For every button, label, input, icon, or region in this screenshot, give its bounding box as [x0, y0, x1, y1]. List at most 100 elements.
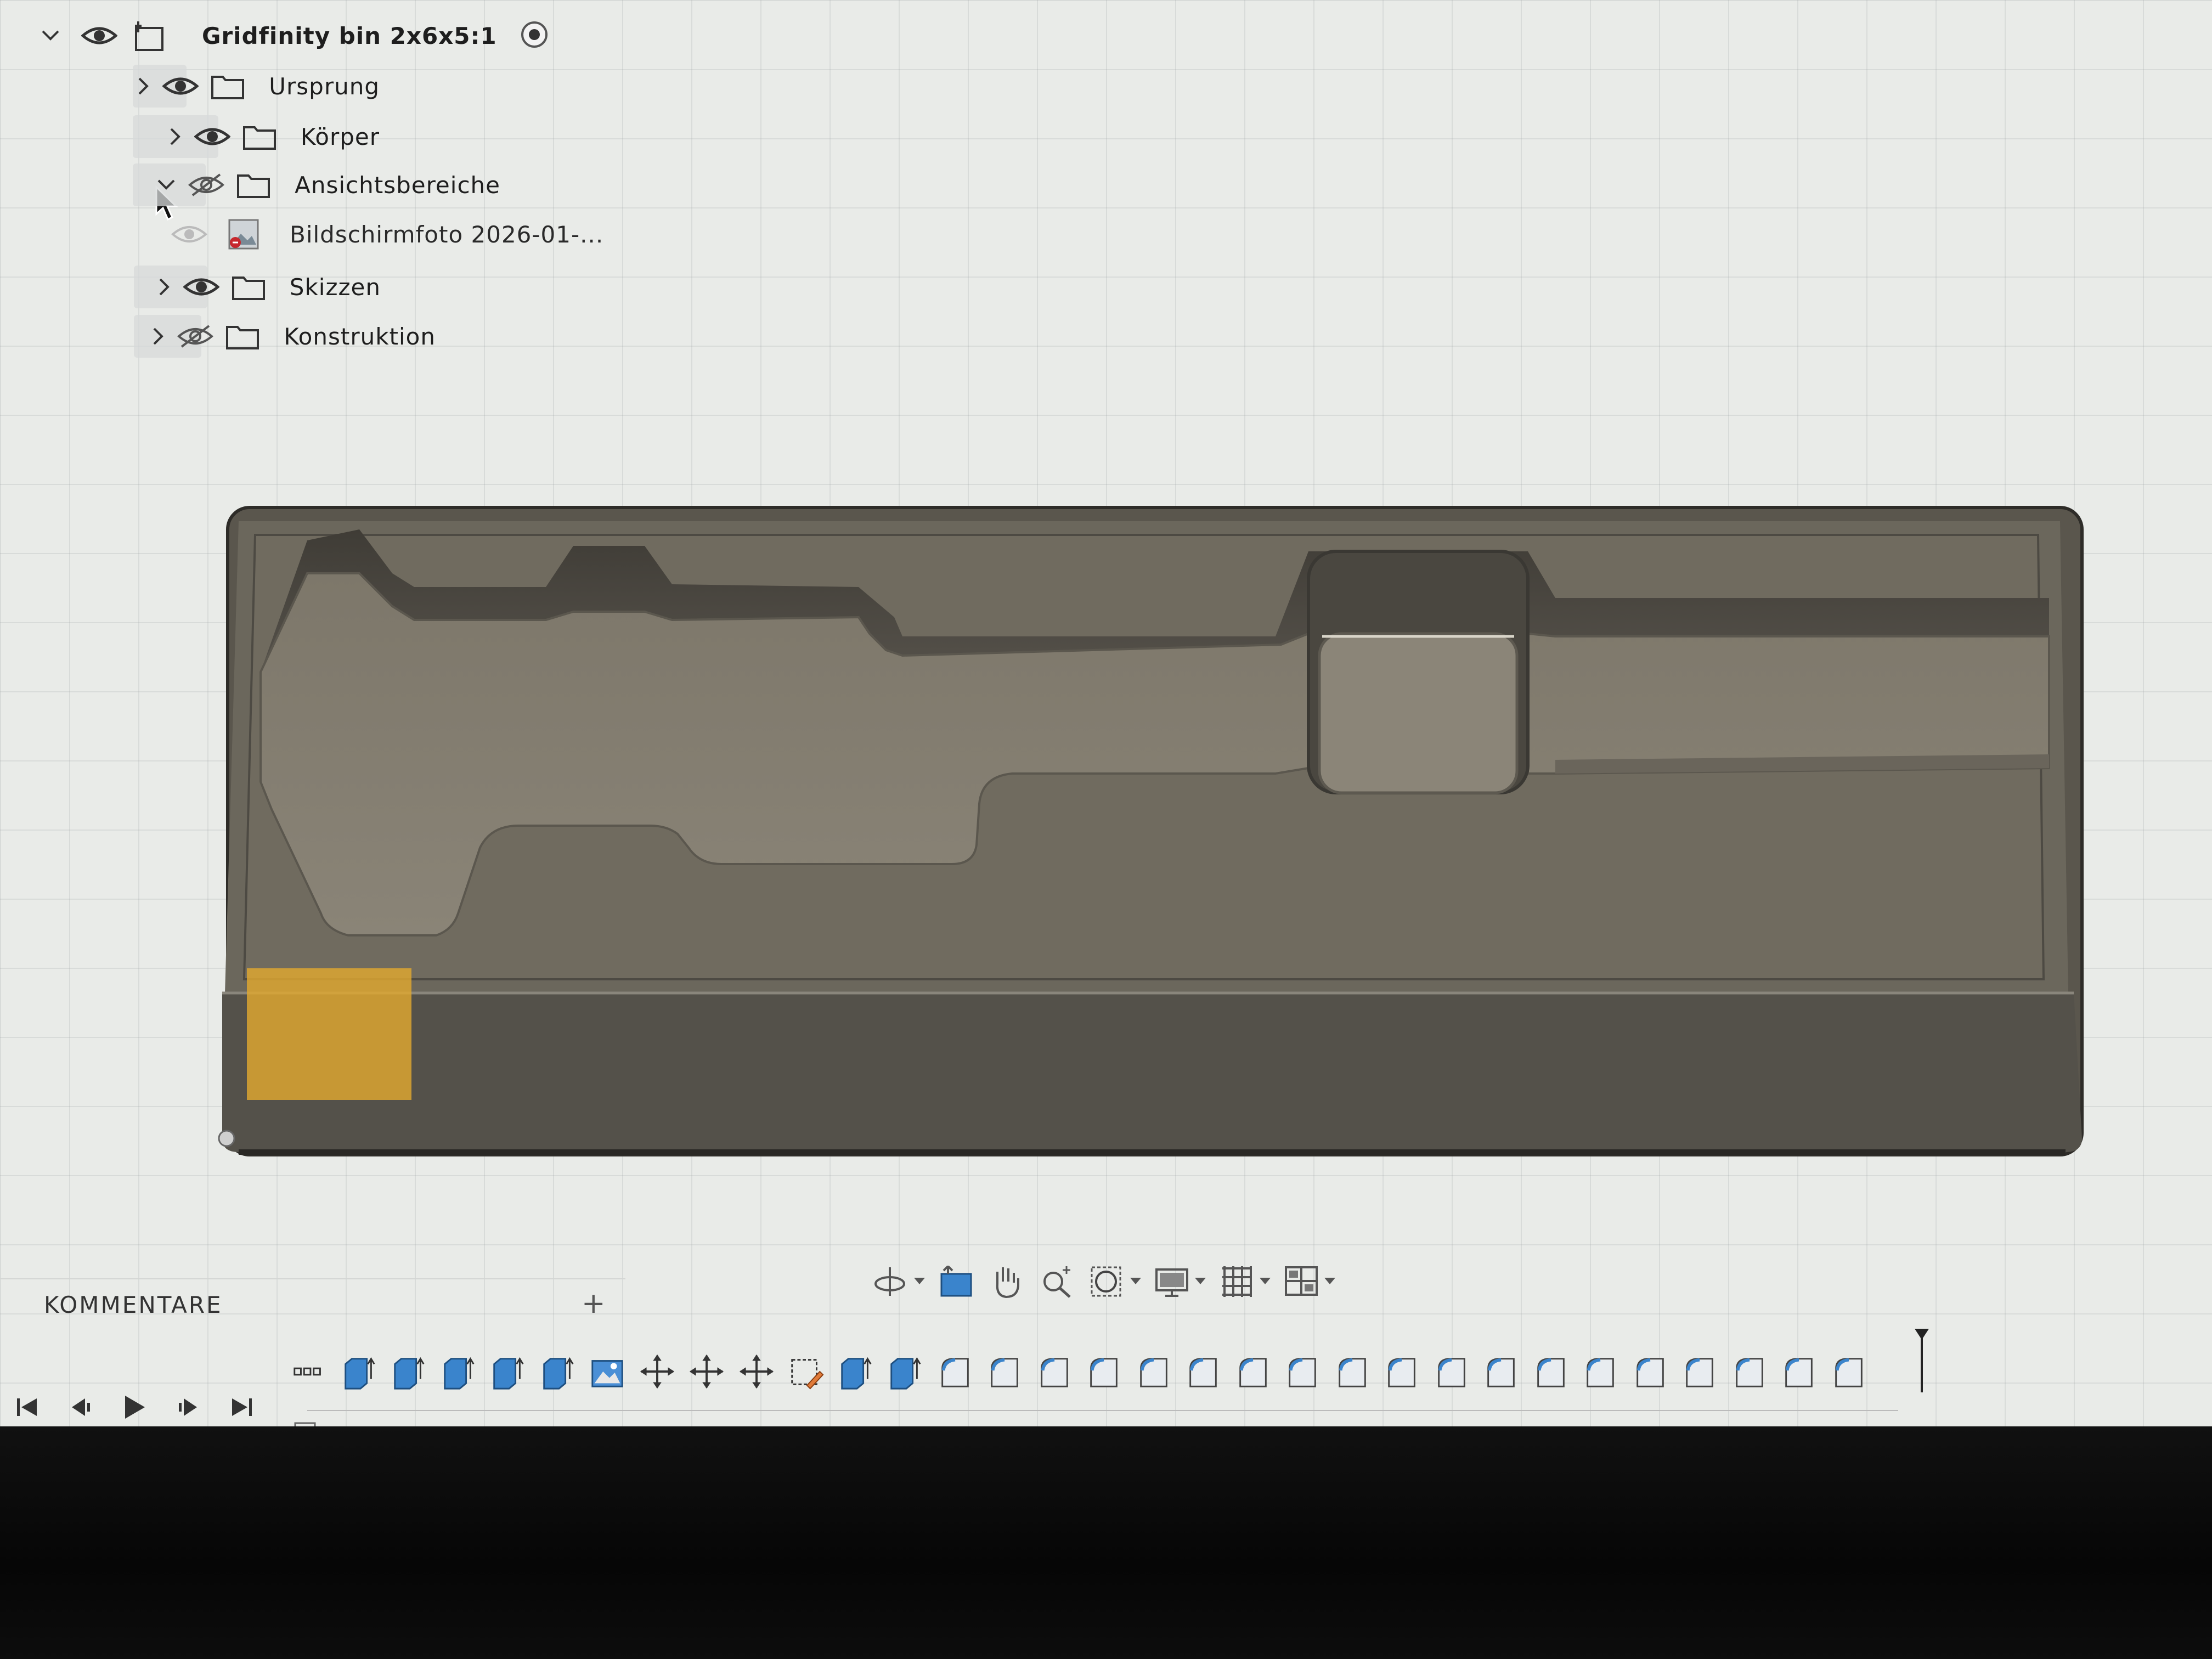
eye-faded-icon[interactable]	[170, 220, 208, 249]
timeline-step-fillet[interactable]	[1432, 1350, 1471, 1393]
eye-hidden-icon[interactable]	[188, 171, 225, 199]
component-icon	[133, 21, 167, 51]
timeline-step-fillet[interactable]	[1233, 1350, 1273, 1393]
chevron-right-icon[interactable]	[169, 122, 182, 151]
timeline-step-fillet[interactable]	[1630, 1350, 1670, 1393]
timeline-marker-icon[interactable]	[1914, 1328, 1930, 1393]
selection-highlight	[247, 968, 411, 1100]
timeline-step-extrude[interactable]	[340, 1350, 379, 1393]
eye-icon[interactable]	[194, 122, 230, 151]
chevron-down-icon[interactable]	[156, 171, 176, 199]
timeline-step-fillet[interactable]	[1581, 1350, 1620, 1393]
orbit-dropdown-icon[interactable]	[914, 1278, 925, 1284]
timeline-step-fillet[interactable]	[1084, 1350, 1124, 1393]
chevron-right-icon[interactable]	[158, 273, 171, 301]
fillet-icon	[1437, 1358, 1465, 1387]
chevron-right-icon[interactable]	[137, 72, 150, 100]
timeline-step-canvas[interactable]	[588, 1350, 627, 1393]
timeline-step-move[interactable]	[687, 1350, 726, 1393]
previous-button[interactable]	[54, 1388, 108, 1426]
fillet-icon	[1686, 1358, 1713, 1387]
timeline-step-extrude[interactable]	[538, 1350, 578, 1393]
folder-icon	[242, 122, 276, 151]
timeline-step-fillet[interactable]	[1183, 1350, 1223, 1393]
browser-item-konstruktion[interactable]: Konstruktion	[84, 315, 436, 358]
bin-front-face	[222, 993, 2082, 1152]
timeline-step-extrude[interactable]	[439, 1350, 478, 1393]
move-icon	[689, 1354, 724, 1389]
browser-item-label: Konstruktion	[284, 323, 436, 350]
comments-label: KOMMENTARE	[44, 1291, 223, 1318]
zoom-icon	[1043, 1266, 1071, 1298]
folder-icon	[236, 171, 270, 199]
play-button[interactable]	[108, 1388, 161, 1426]
timeline-step-fillet[interactable]	[1481, 1350, 1521, 1393]
timeline-step-fillet[interactable]	[935, 1350, 975, 1393]
timeline-step-fillet[interactable]	[1779, 1350, 1819, 1393]
next-button[interactable]	[161, 1388, 215, 1426]
grid-dropdown-icon[interactable]	[1260, 1278, 1271, 1284]
extrude-icon	[493, 1357, 524, 1390]
timeline-step-extrude[interactable]	[488, 1350, 528, 1393]
timeline-step-sketch[interactable]	[786, 1350, 826, 1393]
chevron-right-icon[interactable]	[152, 322, 165, 351]
browser-item-label: Skizzen	[289, 273, 381, 301]
pan-button[interactable]	[988, 1262, 1026, 1300]
fillet-icon	[941, 1358, 969, 1387]
timeline-step-fillet[interactable]	[1730, 1350, 1769, 1393]
timeline-step-extrude[interactable]	[389, 1350, 428, 1393]
fillet-icon	[1587, 1358, 1614, 1387]
browser-root-row[interactable]: Gridfinity bin 2x6x5:1	[41, 14, 548, 57]
timeline-step-fillet[interactable]	[1829, 1350, 1869, 1393]
browser-item-koerper[interactable]: Körper	[83, 115, 380, 158]
timeline-step-fillet[interactable]	[1333, 1350, 1372, 1393]
canvas-viewport[interactable]: Gridfinity bin 2x6x5:1 Ursprung Körper A…	[0, 0, 2212, 1437]
timeline-step-fillet[interactable]	[1680, 1350, 1719, 1393]
add-comment-button[interactable]: +	[582, 1287, 606, 1320]
chevron-down-icon[interactable]	[41, 21, 60, 50]
browser-item-skizzen[interactable]: Skizzen	[84, 266, 381, 308]
display-dropdown-icon[interactable]	[1195, 1278, 1206, 1284]
timeline-step-move[interactable]	[637, 1350, 677, 1393]
timeline-step-fillet[interactable]	[1382, 1350, 1421, 1393]
browser-item-ansichtsbereiche[interactable]: Ansichtsbereiche	[83, 163, 500, 206]
zoom-button[interactable]	[1038, 1262, 1076, 1300]
viewports-dropdown-icon[interactable]	[1324, 1278, 1335, 1284]
fillet-icon	[1139, 1358, 1167, 1387]
fillet-icon	[1040, 1358, 1068, 1387]
browser-item-ursprung[interactable]: Ursprung	[83, 65, 380, 108]
viewports-button[interactable]	[1283, 1262, 1335, 1300]
fit-dropdown-icon[interactable]	[1130, 1278, 1141, 1284]
activate-radio-icon[interactable]	[520, 20, 549, 51]
eye-icon[interactable]	[183, 273, 219, 301]
fillet-icon	[991, 1358, 1018, 1387]
eye-hidden-icon[interactable]	[177, 322, 214, 351]
browser-item-canvas[interactable]: Bildschirmfoto 2026-01-...	[170, 213, 620, 256]
first-button[interactable]	[0, 1388, 54, 1426]
timeline-step-sketch-group[interactable]	[290, 1350, 329, 1393]
navigation-toolbar	[872, 1254, 1335, 1308]
timeline-step-fillet[interactable]	[1134, 1350, 1173, 1393]
comments-panel: KOMMENTARE +	[0, 1278, 625, 1330]
timeline-step-fillet[interactable]	[1531, 1350, 1571, 1393]
fit-button[interactable]	[1088, 1262, 1141, 1300]
canvas-image-icon	[225, 219, 262, 250]
orbit-button[interactable]	[872, 1262, 925, 1300]
display-settings-button[interactable]	[1153, 1262, 1206, 1300]
look-at-button[interactable]	[937, 1262, 975, 1300]
gridfinity-bin-model[interactable]	[217, 496, 2093, 1166]
eye-icon[interactable]	[81, 21, 117, 50]
timeline-step-extrude[interactable]	[885, 1350, 925, 1393]
timeline-step-fillet[interactable]	[985, 1350, 1024, 1393]
timeline-step-move[interactable]	[737, 1350, 776, 1393]
extrude-icon	[890, 1357, 921, 1390]
timeline-step-extrude[interactable]	[836, 1350, 876, 1393]
last-button[interactable]	[215, 1388, 269, 1426]
timeline-step-fillet[interactable]	[1035, 1350, 1074, 1393]
timeline-step-fillet[interactable]	[1283, 1350, 1322, 1393]
extrude-icon	[543, 1357, 573, 1390]
display-pocket-floor	[1318, 632, 1519, 794]
origin-point	[218, 1130, 235, 1147]
eye-icon[interactable]	[162, 72, 199, 100]
grid-button[interactable]	[1218, 1262, 1271, 1300]
